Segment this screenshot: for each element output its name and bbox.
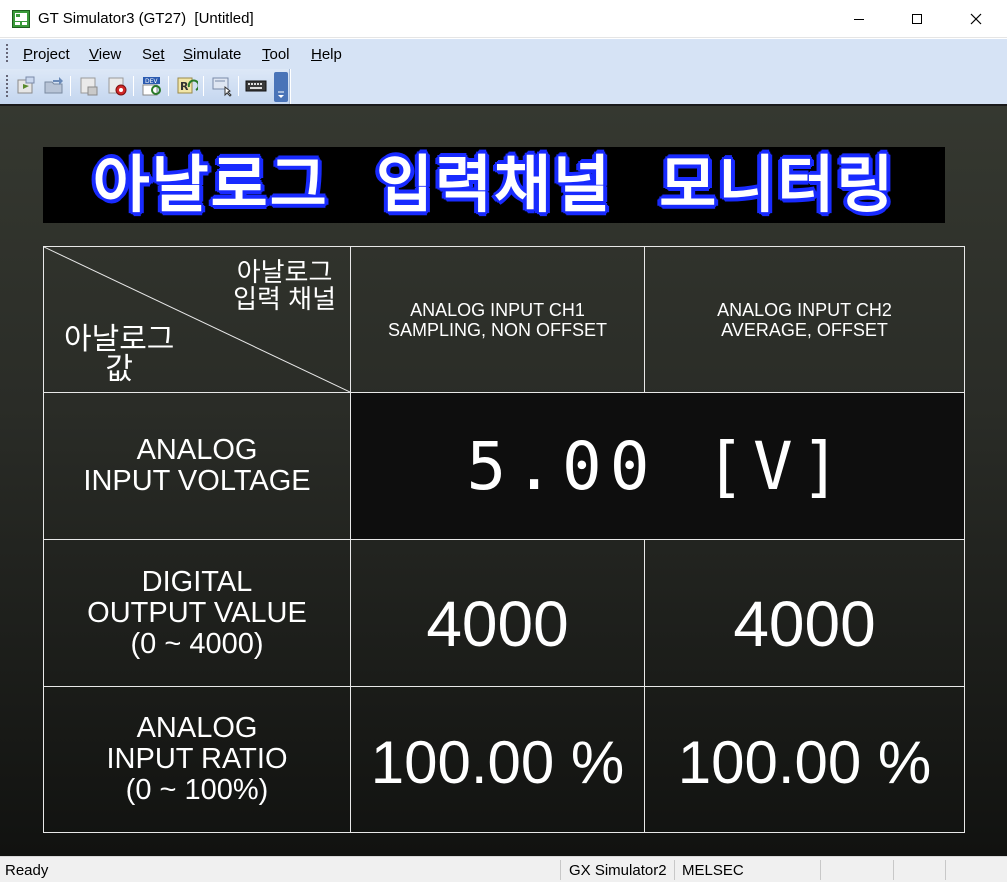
voltage-label-cell: ANALOG INPUT VOLTAGE: [43, 392, 351, 540]
device-monitor-icon[interactable]: DEV: [141, 75, 163, 97]
maximize-icon: [912, 14, 922, 24]
toolbar-separator: [168, 76, 169, 96]
hmi-screen: 아날로그 입력채널 모니터링 아날로그 입력 채널 아날로그 값 ANALOG …: [0, 104, 1007, 856]
record-icon[interactable]: [106, 75, 128, 97]
voltage-label: ANALOG INPUT VOLTAGE: [83, 434, 311, 497]
voltage-value-cell: 5.00 [V]: [350, 392, 965, 540]
app-icon: [12, 10, 30, 28]
ch1-header-cell: ANALOG INPUT CH1 SAMPLING, NON OFFSET: [350, 246, 645, 393]
stop-icon[interactable]: [78, 75, 100, 97]
touch-icon[interactable]: [211, 75, 233, 97]
menu-grip[interactable]: [6, 44, 8, 64]
ch1-header: ANALOG INPUT CH1 SAMPLING, NON OFFSET: [387, 299, 608, 340]
status-divider: [945, 860, 946, 880]
menu-simulate[interactable]: Simulate: [183, 46, 241, 63]
digital-ch1-cell: 4000: [350, 539, 645, 687]
voltage-value: 5.00 [V]: [466, 427, 849, 505]
toolbar-separator: [203, 76, 204, 96]
ratio-ch2-value: 100.00 %: [677, 729, 932, 796]
menu-project[interactable]: Project: [23, 46, 70, 63]
ratio-ch1-value: 100.00 %: [370, 729, 625, 796]
status-divider: [820, 860, 821, 880]
refresh-icon[interactable]: R: [176, 75, 198, 97]
digital-label-cell: DIGITAL OUTPUT VALUE (0 ~ 4000): [43, 539, 351, 687]
minimize-button[interactable]: [830, 0, 888, 38]
window-title: GT Simulator3 (GT27) [Untitled]: [38, 10, 254, 27]
menu-tool[interactable]: Tool: [262, 46, 290, 63]
open-project-icon[interactable]: [15, 75, 37, 97]
ratio-label-cell: ANALOG INPUT RATIO (0 ~ 100%): [43, 686, 351, 833]
ratio-ch1-cell: 100.00 %: [350, 686, 645, 833]
toolbar-separator: [70, 76, 71, 96]
svg-text:DEV: DEV: [145, 78, 158, 85]
corner-label-channel: 아날로그 입력 채널: [233, 257, 336, 314]
toolbar-background: [291, 69, 1007, 104]
status-divider: [893, 860, 894, 880]
toolbar: DEV R: [0, 69, 290, 104]
menu-help[interactable]: Help: [311, 46, 342, 63]
status-plc: GX Simulator2: [569, 862, 667, 879]
screen-banner: 아날로그 입력채널 모니터링: [43, 147, 945, 223]
keyboard-icon[interactable]: [245, 75, 267, 97]
status-series: MELSEC: [682, 862, 744, 879]
corner-label-value: 아날로그 값: [64, 323, 175, 386]
banner-title: 아날로그 입력채널 모니터링: [92, 148, 896, 221]
digital-ch2-cell: 4000: [644, 539, 965, 687]
digital-ch2-value: 4000: [733, 588, 876, 660]
digital-label: DIGITAL OUTPUT VALUE (0 ~ 4000): [87, 565, 307, 660]
close-icon: [970, 13, 982, 25]
maximize-button[interactable]: [888, 0, 946, 38]
menu-set[interactable]: Set: [142, 46, 165, 63]
menu-bar: Project View Set Simulate Tool Help: [0, 39, 1007, 69]
status-text: Ready: [5, 862, 49, 879]
minimize-icon: [854, 19, 864, 20]
toolbar-grip[interactable]: [6, 75, 8, 97]
svg-text:R: R: [180, 80, 189, 93]
toolbar-options-icon: [278, 91, 284, 98]
digital-ch1-value: 4000: [426, 588, 569, 660]
toolbar-options-button[interactable]: [274, 72, 288, 102]
toolbar-separator: [238, 76, 239, 96]
menu-view[interactable]: View: [89, 46, 121, 63]
toolbar-separator: [133, 76, 134, 96]
ratio-label: ANALOG INPUT RATIO (0 ~ 100%): [106, 712, 288, 806]
title-bar: GT Simulator3 (GT27) [Untitled]: [0, 0, 1007, 38]
open-icon[interactable]: [43, 75, 65, 97]
status-divider: [674, 860, 675, 880]
ch2-header-cell: ANALOG INPUT CH2 AVERAGE, OFFSET: [644, 246, 965, 393]
status-divider: [560, 860, 561, 880]
ch2-header: ANALOG INPUT CH2 AVERAGE, OFFSET: [717, 299, 892, 340]
ratio-ch2-cell: 100.00 %: [644, 686, 965, 833]
corner-header-cell: 아날로그 입력 채널 아날로그 값: [43, 246, 351, 393]
close-button[interactable]: [947, 0, 1005, 38]
status-bar: Ready GX Simulator2 MELSEC: [0, 856, 1007, 882]
